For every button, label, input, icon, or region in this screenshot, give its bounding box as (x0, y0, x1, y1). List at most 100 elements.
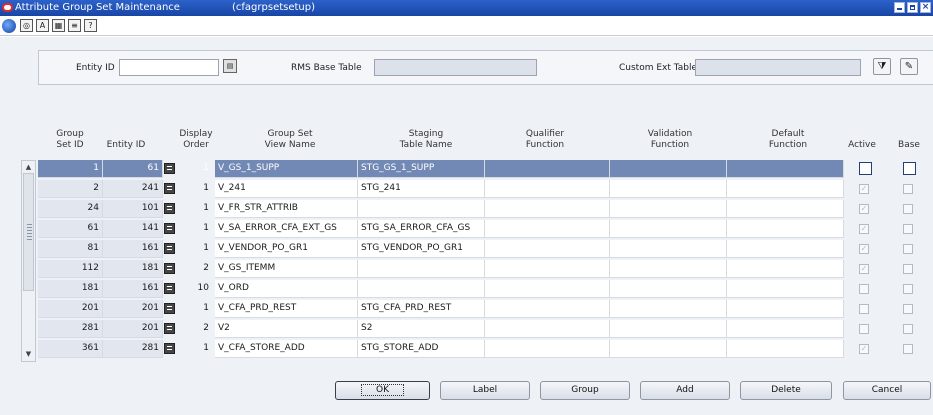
entity-id-field[interactable] (119, 59, 219, 76)
cell-validation[interactable] (610, 300, 727, 318)
active-checkbox[interactable] (859, 162, 872, 175)
cell-entity-id[interactable]: 181 (103, 260, 163, 278)
table-row[interactable]: 181 161 10 V_ORD (38, 280, 933, 298)
col-group-set-id[interactable]: Group Set ID (45, 129, 95, 151)
cell-entity-id[interactable]: 161 (103, 280, 163, 298)
cell-validation[interactable] (610, 180, 727, 198)
cell-validation[interactable] (610, 320, 727, 338)
cell-qualifier[interactable] (485, 340, 610, 358)
globe-icon[interactable] (2, 19, 16, 33)
grid-scrollbar[interactable]: ▲ ▼ (21, 160, 36, 362)
label-button[interactable]: Label (440, 381, 530, 400)
active-checkbox[interactable]: ✓ (859, 224, 869, 234)
base-checkbox[interactable] (903, 264, 913, 274)
editor-icon[interactable]: ≡ (68, 19, 81, 32)
cell-display-order[interactable]: 1 (178, 240, 215, 258)
cell-staging-table[interactable] (358, 280, 485, 298)
cell-entity-id[interactable]: 141 (103, 220, 163, 238)
cell-group-set-id[interactable]: 81 (38, 240, 103, 258)
maximize-icon[interactable] (907, 2, 918, 13)
col-view-name[interactable]: Group Set View Name (238, 129, 342, 151)
calendar-icon[interactable]: ▦ (52, 19, 65, 32)
close-icon[interactable]: × (920, 2, 931, 13)
cell-display-order[interactable]: 2 (178, 260, 215, 278)
cell-default[interactable] (727, 160, 844, 178)
active-checkbox[interactable] (859, 304, 869, 314)
entity-lov-icon[interactable] (164, 163, 175, 174)
cell-display-order[interactable]: 2 (178, 320, 215, 338)
cell-display-order[interactable]: 10 (178, 280, 215, 298)
cell-group-set-id[interactable]: 112 (38, 260, 103, 278)
base-checkbox[interactable] (903, 224, 913, 234)
base-checkbox[interactable] (903, 344, 913, 354)
cell-staging-table[interactable] (358, 200, 485, 218)
entity-lov-icon[interactable] (164, 303, 175, 314)
cell-validation[interactable] (610, 220, 727, 238)
col-qualifier-function[interactable]: Qualifier Function (495, 129, 595, 151)
scroll-thumb[interactable] (23, 173, 34, 291)
cell-display-order[interactable]: 1 (178, 340, 215, 358)
table-row[interactable]: 81 161 1 V_VENDOR_PO_GR1 STG_VENDOR_PO_GR1 ✓ (38, 240, 933, 258)
cell-staging-table[interactable]: STG_GS_1_SUPP (358, 160, 485, 178)
active-checkbox[interactable]: ✓ (859, 244, 869, 254)
rms-base-table-field[interactable] (374, 59, 537, 76)
cell-validation[interactable] (610, 260, 727, 278)
base-checkbox[interactable] (903, 162, 916, 175)
scroll-down-icon[interactable]: ▼ (23, 349, 34, 360)
table-row[interactable]: 2 241 1 V_241 STG_241 ✓ (38, 180, 933, 198)
filter-icon[interactable]: ⧩ (873, 58, 891, 75)
active-checkbox[interactable]: ✓ (859, 184, 869, 194)
cell-qualifier[interactable] (485, 300, 610, 318)
cell-group-set-id[interactable]: 61 (38, 220, 103, 238)
cell-staging-table[interactable]: S2 (358, 320, 485, 338)
base-checkbox[interactable] (903, 324, 913, 334)
cell-staging-table[interactable]: STG_STORE_ADD (358, 340, 485, 358)
col-active[interactable]: Active (843, 129, 881, 151)
cell-display-order[interactable]: 1 (178, 220, 215, 238)
custom-ext-table-field[interactable] (695, 59, 861, 76)
cell-validation[interactable] (610, 340, 727, 358)
cell-group-set-id[interactable]: 181 (38, 280, 103, 298)
cell-view-name[interactable]: V_CFA_PRD_REST (215, 300, 358, 318)
cell-validation[interactable] (610, 200, 727, 218)
cell-entity-id[interactable]: 201 (103, 300, 163, 318)
entity-lov-icon[interactable] (164, 203, 175, 214)
active-checkbox[interactable]: ✓ (859, 204, 869, 214)
cell-view-name[interactable]: V_FR_STR_ATTRIB (215, 200, 358, 218)
cell-qualifier[interactable] (485, 160, 610, 178)
cell-default[interactable] (727, 260, 844, 278)
cell-group-set-id[interactable]: 201 (38, 300, 103, 318)
table-row[interactable]: 281 201 2 V2 S2 (38, 320, 933, 338)
entity-lov-icon[interactable] (164, 243, 175, 254)
cell-default[interactable] (727, 280, 844, 298)
cell-validation[interactable] (610, 160, 727, 178)
active-checkbox[interactable]: ✓ (859, 344, 869, 354)
cell-default[interactable] (727, 240, 844, 258)
find-icon[interactable]: ◎ (20, 19, 33, 32)
cell-view-name[interactable]: V_ORD (215, 280, 358, 298)
table-row[interactable]: 24 101 1 V_FR_STR_ATTRIB ✓ (38, 200, 933, 218)
cell-entity-id[interactable]: 161 (103, 240, 163, 258)
base-checkbox[interactable] (903, 244, 913, 254)
cell-staging-table[interactable]: STG_CFA_PRD_REST (358, 300, 485, 318)
cell-default[interactable] (727, 300, 844, 318)
cell-group-set-id[interactable]: 361 (38, 340, 103, 358)
cell-entity-id[interactable]: 241 (103, 180, 163, 198)
cell-qualifier[interactable] (485, 260, 610, 278)
table-row[interactable]: 201 201 1 V_CFA_PRD_REST STG_CFA_PRD_REST (38, 300, 933, 318)
cell-display-order[interactable]: 1 (178, 160, 215, 178)
cell-view-name[interactable]: V_VENDOR_PO_GR1 (215, 240, 358, 258)
cell-default[interactable] (727, 180, 844, 198)
cell-default[interactable] (727, 200, 844, 218)
cell-display-order[interactable]: 1 (178, 180, 215, 198)
active-checkbox[interactable] (859, 284, 869, 294)
col-validation-function[interactable]: Validation Function (620, 129, 720, 151)
edit-icon[interactable]: ✎ (900, 58, 918, 75)
cell-view-name[interactable]: V_241 (215, 180, 358, 198)
col-default-function[interactable]: Default Function (738, 129, 838, 151)
cell-qualifier[interactable] (485, 240, 610, 258)
cell-view-name[interactable]: V_GS_1_SUPP (215, 160, 358, 178)
cell-entity-id[interactable]: 61 (103, 160, 163, 178)
col-entity-id[interactable]: Entity ID (100, 129, 152, 151)
cell-qualifier[interactable] (485, 220, 610, 238)
